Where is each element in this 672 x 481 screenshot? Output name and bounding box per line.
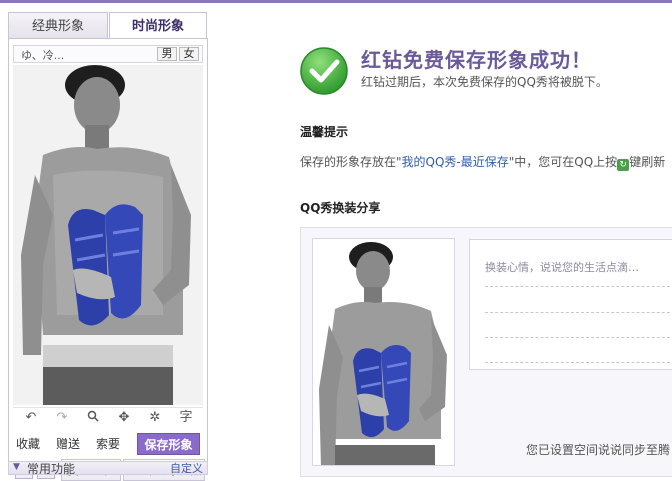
dashed-line (485, 362, 672, 363)
sync-status-text: 您已设置空间说说同步至腾 (526, 443, 671, 457)
filter-text[interactable]: ゆ、冷... (21, 47, 64, 63)
dashed-line (485, 337, 672, 338)
zoom-icon[interactable] (84, 410, 102, 426)
dashed-line (485, 312, 672, 313)
undo-icon[interactable]: ↶ (22, 410, 40, 426)
move-icon[interactable]: ✥ (115, 410, 133, 426)
refresh-icon: ↻ (617, 159, 630, 171)
tips-heading: 温馨提示 (300, 125, 349, 139)
dashed-line (485, 286, 672, 287)
success-check-icon (300, 47, 348, 95)
avatar-thumbnail-image (313, 239, 454, 465)
tip-middle: "中，您可在QQ上按 (508, 155, 618, 169)
collect-button[interactable]: 收藏 (16, 433, 40, 455)
mood-input[interactable]: 换装心情，说说您的生活点滴… (469, 239, 672, 370)
save-shape-button[interactable]: 保存形象 (137, 433, 200, 455)
collapse-arrow-icon: ▼ (13, 462, 20, 472)
share-box: 换装心情，说说您的生活点滴… 您已设置空间说说同步至腾 (300, 227, 672, 477)
tip-text: 保存的形象存放在"我的QQ秀-最近保存"中，您可在QQ上按 ↻ 键刷新 (300, 153, 672, 171)
tip-prefix: 保存的形象存放在" (300, 155, 402, 169)
avatar-preview (13, 65, 203, 405)
avatar-panel: ゆ、冷... 男 女 ↶ ↷ ✥ ✲ 字 收藏 赠送 索要 保存形象 (8, 38, 208, 481)
gender-female-button[interactable]: 女 (179, 47, 199, 61)
tip-end: 键刷新 (629, 155, 666, 169)
page-subtitle: 红钻过期后，本次免费保存的QQ秀将被脱下。 (361, 75, 608, 89)
avatar-figure-image (13, 65, 203, 405)
customize-link[interactable]: 自定义 (170, 460, 203, 476)
page-title: 红钻免费保存形象成功！ (361, 48, 592, 72)
mood-placeholder: 换装心情，说说您的生活点滴… (485, 261, 639, 274)
text-tool[interactable]: 字 (177, 410, 195, 426)
magic-icon[interactable]: ✲ (146, 410, 164, 426)
request-button[interactable]: 索要 (96, 433, 120, 455)
gender-male-button[interactable]: 男 (157, 47, 177, 61)
avatar-toolbar: ↶ ↷ ✥ ✲ 字 (13, 407, 203, 427)
section-title: 常用功能 (27, 462, 76, 476)
avatar-thumbnail (312, 238, 455, 466)
gift-button[interactable]: 赠送 (56, 433, 80, 455)
redo-icon[interactable]: ↷ (53, 410, 71, 426)
action-row: 收藏 赠送 索要 保存形象 (13, 433, 203, 455)
filter-bar: ゆ、冷... 男 女 (13, 45, 203, 63)
recent-save-link[interactable]: 我的QQ秀-最近保存 (402, 155, 509, 169)
share-heading: QQ秀换装分享 (300, 201, 381, 215)
